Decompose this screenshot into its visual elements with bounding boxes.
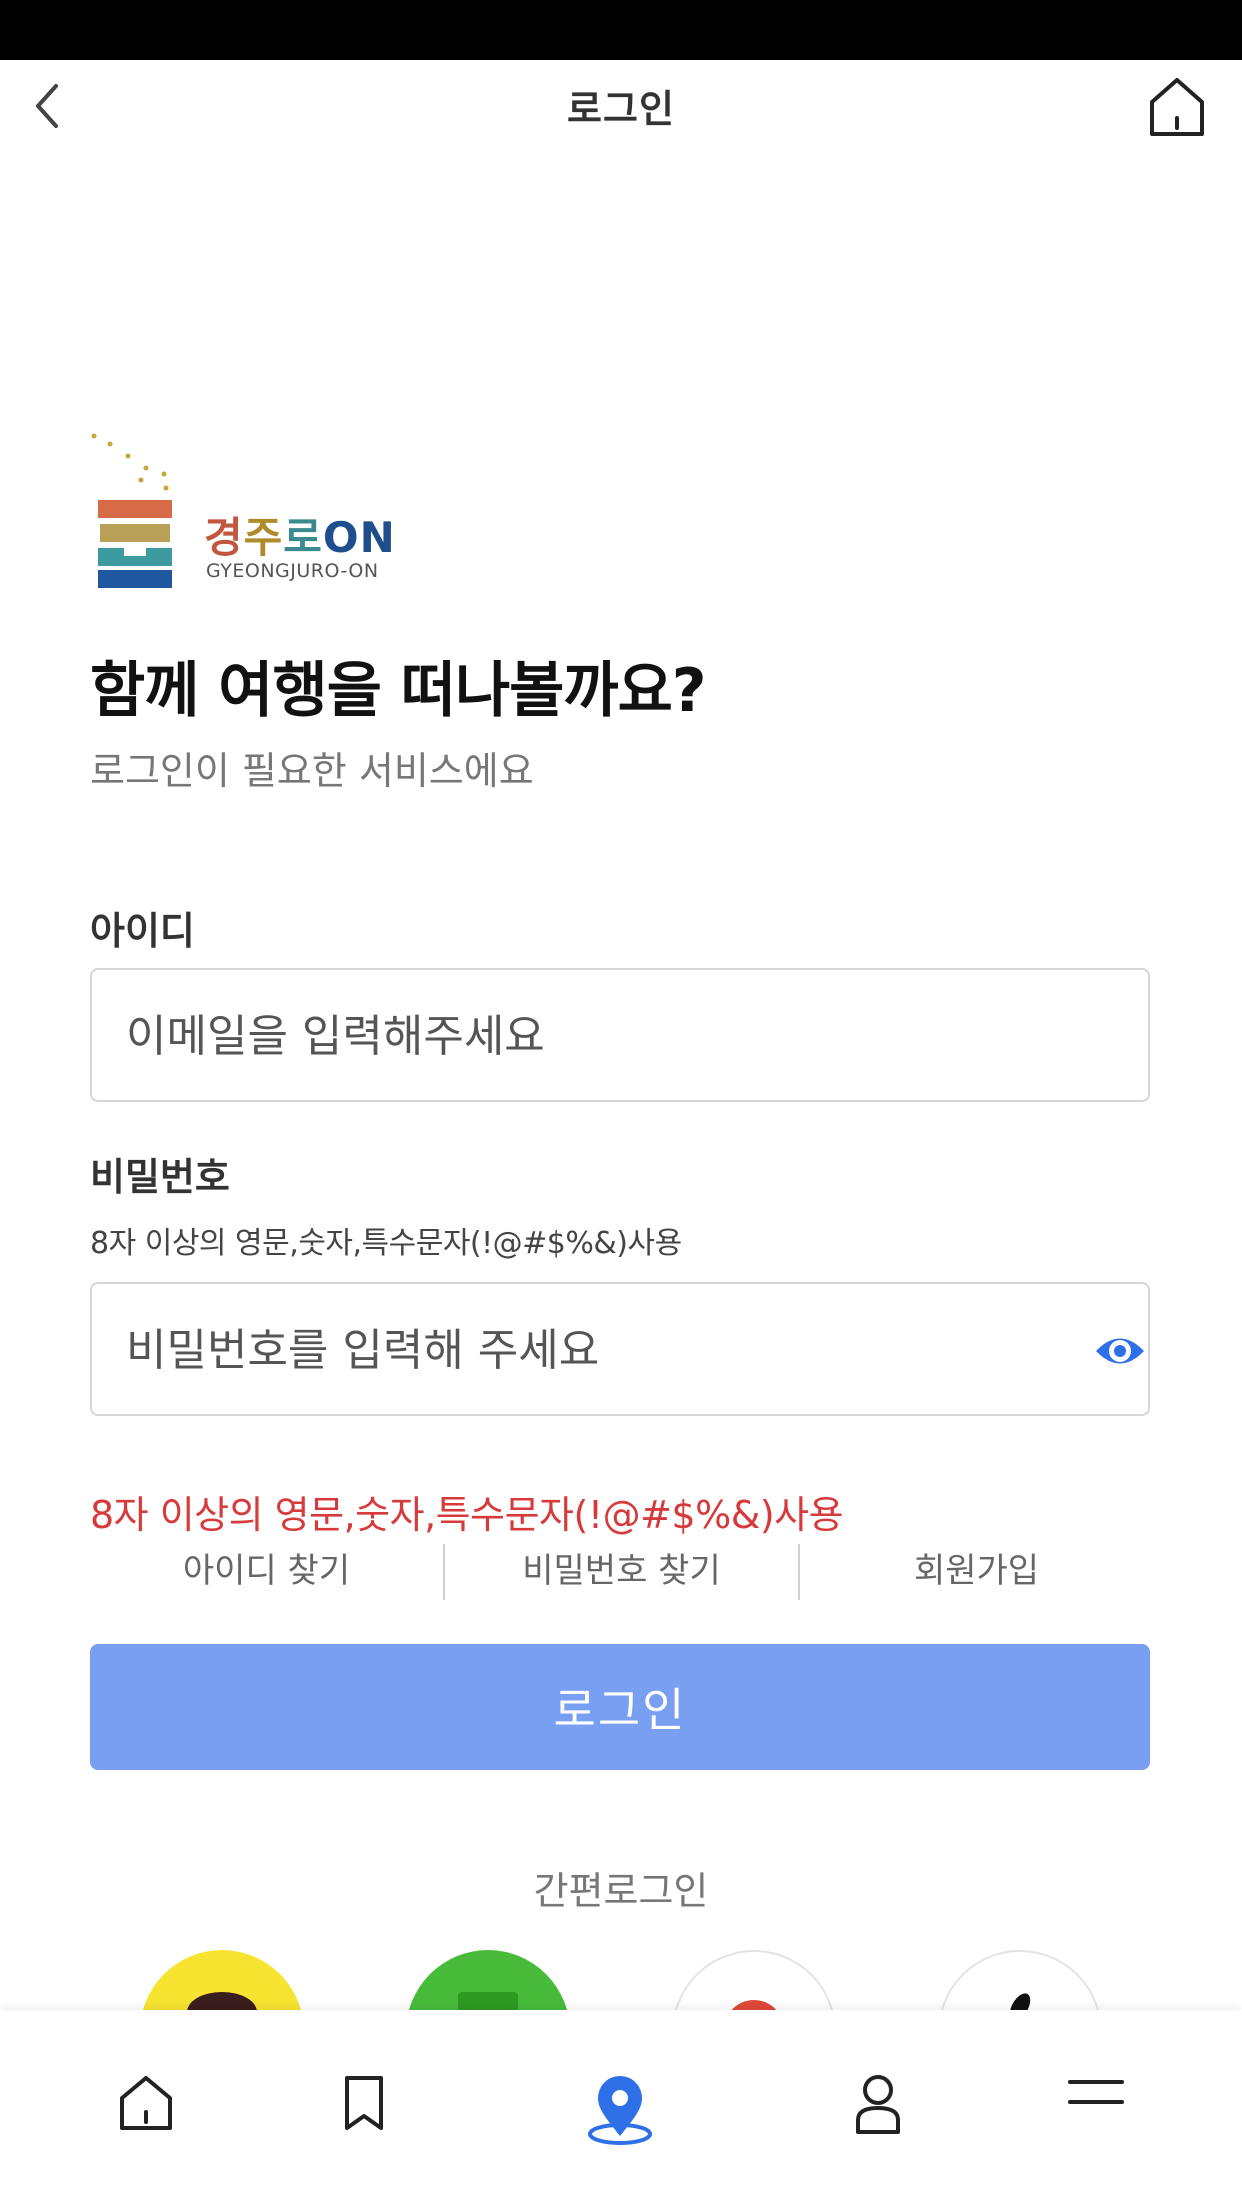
- google-icon: [724, 2000, 784, 2010]
- id-label: 아이디: [90, 909, 195, 953]
- subline: 로그인이 필요한 서비스에요: [90, 749, 534, 793]
- tab-menu[interactable]: [1036, 2010, 1156, 2208]
- headline: 함께 여행을 떠나볼까요?: [90, 656, 707, 726]
- tab-my[interactable]: [818, 2010, 938, 2208]
- kakao-icon: [187, 1992, 257, 2010]
- apple-icon: [1005, 1990, 1035, 2010]
- bottom-tab-bar: [0, 2010, 1242, 2208]
- tab-map[interactable]: [560, 2010, 680, 2208]
- header: 로그인: [0, 60, 1242, 150]
- google-login-button[interactable]: [672, 1950, 836, 2010]
- logo-text-ko: 경주로ON: [204, 513, 396, 562]
- page-title: 로그인: [567, 87, 675, 131]
- find-password-link[interactable]: 비밀번호 찾기: [445, 1540, 798, 1602]
- home-icon: [1150, 78, 1204, 136]
- logo: 경주로ON GYEONGJURO-ON: [86, 432, 406, 592]
- signup-link[interactable]: 회원가입: [800, 1540, 1153, 1602]
- tab-bookmark[interactable]: [304, 2010, 424, 2208]
- naver-icon: [458, 1992, 518, 2010]
- show-password-toggle[interactable]: [1092, 1326, 1148, 1376]
- menu-icon: [1068, 2080, 1124, 2104]
- easy-login-label: 간편로그인: [533, 1869, 709, 1913]
- login-button[interactable]: 로그인: [90, 1644, 1150, 1770]
- account-links: 아이디 찾기 비밀번호 찾기 회원가입: [90, 1540, 1150, 1602]
- user-icon: [856, 2075, 900, 2134]
- id-input[interactable]: [124, 970, 1068, 1102]
- kakao-login-button[interactable]: [140, 1950, 304, 2010]
- password-label: 비밀번호: [90, 1155, 230, 1199]
- bookmark-icon: [345, 2076, 383, 2130]
- find-id-link[interactable]: 아이디 찾기: [90, 1540, 443, 1602]
- password-error: 8자 이상의 영문,숫자,특수문자(!@#$%&)사용: [90, 1493, 844, 1537]
- password-field[interactable]: [90, 1282, 1150, 1416]
- id-field[interactable]: [90, 968, 1150, 1102]
- password-hint: 8자 이상의 영문,숫자,특수문자(!@#$%&)사용: [90, 1226, 682, 1261]
- map-pin-icon: [588, 2076, 652, 2145]
- apple-login-button[interactable]: [938, 1950, 1102, 2010]
- password-input[interactable]: [124, 1284, 1068, 1416]
- logo-text-en: GYEONGJURO-ON: [206, 560, 379, 582]
- logo-mark: [91, 433, 172, 588]
- naver-login-button[interactable]: [406, 1950, 570, 2010]
- status-bar: [0, 0, 1242, 60]
- social-login-row: [0, 1950, 1242, 2010]
- tab-home[interactable]: [86, 2010, 206, 2208]
- home-icon: [120, 2076, 172, 2130]
- home-button[interactable]: [1146, 74, 1208, 140]
- eye-icon: [1096, 1338, 1144, 1364]
